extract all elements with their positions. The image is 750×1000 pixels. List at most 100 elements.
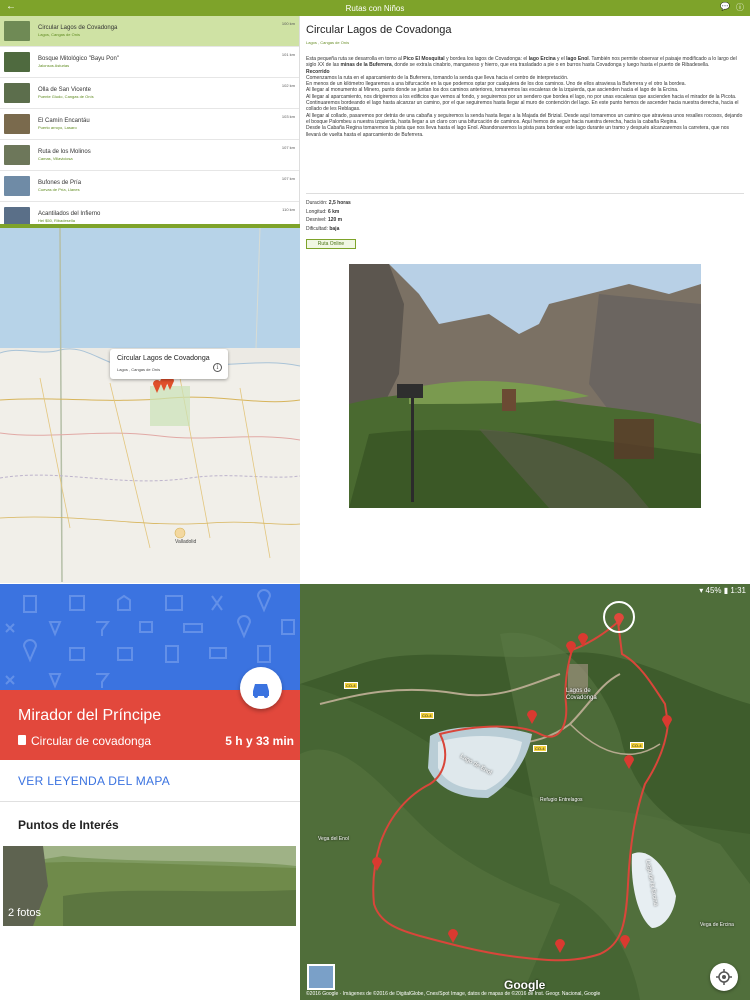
poi-marker[interactable] [371,856,383,872]
app-root: ← Rutas con Niños 💬 ⓘ Circular Lagos de … [0,0,750,1000]
route-thumbnail [4,52,30,72]
poi-marker[interactable] [661,714,673,730]
overview-map[interactable]: Valladolid [0,228,300,583]
status-time: 1:31 [730,586,746,595]
route-title: El Camín Encantáu [38,118,90,124]
route-list-item[interactable]: Bufones de Pría Cuevas de Pría, Llanes 107… [0,171,299,202]
popup-info-icon[interactable]: i [213,363,222,372]
map-city-label: Valladolid [175,539,197,545]
route-name: Circular de covadonga [31,734,152,748]
stat-length: Longitud: 6 km [306,208,340,215]
route-location: Camas, Villaviciosa [38,156,73,161]
stat-difficulty: Dificultad: baja [306,225,340,232]
road-sign: CO-4 [630,742,644,749]
route-thumbnail [4,145,30,165]
detail-description: Esta pequeña ruta se desarrolla en torno… [306,56,744,138]
stat-elevation: Desnivel: 120 m [306,217,343,223]
route-title: Ruta de los Molinos [38,149,91,155]
map-popup-subtitle: Lagos , Cangas de Onís [117,367,161,372]
detail-step: Al llegar al monumento al Minero, punto … [306,87,679,94]
poi-marker[interactable] [526,709,538,725]
route-line [372,620,670,962]
vega-enol-label: Vega del Enol [318,836,349,842]
detail-step: Continuaremos bordeando el lago hasta al… [306,100,739,113]
road-sign: CO-4 [420,712,434,719]
route-distance: 101 km [281,52,295,57]
route-title: Bufones de Pría [38,180,82,186]
route-distance: 103 km [281,114,295,119]
poi-marker[interactable] [577,632,589,648]
route-list-item[interactable]: Acantilados del Infierno Hei $50, Ribades… [0,202,299,224]
detail-subtitle: Lagos , Cangas de Onís [306,40,350,45]
info-icon[interactable]: ⓘ [736,2,744,13]
poi-divider [0,801,300,802]
route-title: Bosque Mitológico "Bayu Pon" [38,56,119,62]
poi-heading: Puntos de Interés [18,818,119,832]
map-legend-link[interactable]: VER LEYENDA DEL MAPA [18,774,170,788]
title-bar: ← Rutas con Niños 💬 ⓘ [0,0,750,16]
route-location: Puerto arroyo, Lasaro [38,125,77,130]
route-list: Circular Lagos de Covadonga Lagos, Cangas… [0,16,300,224]
car-icon [253,684,269,698]
google-logo: Google [504,978,546,992]
map-popup-title: Circular Lagos de Covadonga [117,355,210,362]
route-list-item[interactable]: Bosque Mitológico "Bayu Pon" Jalonsos Ast… [0,47,299,78]
route-location: Cuevas de Pría, Llanes [38,187,80,192]
my-location-button[interactable] [710,963,738,991]
app-title: Rutas con Niños [345,3,405,13]
status-bar: ▾ 45% ▮ 1:31 [300,584,750,598]
poi-marker[interactable] [623,754,635,770]
route-title: Circular Lagos de Covadonga [38,25,118,31]
route-photo [349,264,701,508]
poi-marker[interactable] [619,934,631,950]
route-list-item[interactable]: Ruta de los Molinos Camas, Villaviciosa 10… [0,140,299,171]
detail-divider [306,193,744,194]
poi-marker[interactable] [554,938,566,954]
route-list-item[interactable]: Circular Lagos de Covadonga Lagos, Cangas… [0,16,299,47]
route-location: Puente Giudo, Cangas de Onís [38,94,94,99]
travel-time: 5 h y 33 min [225,734,294,748]
road-sign: CO-4 [344,682,358,689]
route-location: Lagos, Cangas de Onís [38,32,81,37]
crosshair-icon [716,969,732,985]
route-marker-cluster[interactable] [152,378,176,394]
road-sign: CO-4 [533,745,547,752]
map-copyright: ©2016 Google · Imágenes de ©2016 de Digi… [306,991,601,997]
route-distance: 110 km [282,207,295,212]
route-list-item[interactable]: Olla de San Vicente Puente Giudo, Cangas … [0,78,299,109]
detail-step: Desde la Cabaña Regina tomaremos la pist… [306,125,730,138]
ruta-online-button[interactable]: Ruta Online [306,239,356,249]
route-distance: 107 km [281,176,295,181]
poi-photo[interactable] [3,846,296,926]
route-distance: 107 km [281,145,295,150]
route-stats: Duración: 2,5 horas Longitud: 6 km Desni… [306,199,351,233]
route-thumbnail [4,83,30,103]
detail-title: Circular Lagos de Covadonga [306,24,452,36]
poi-marker[interactable] [565,640,577,656]
route-distance: 102 km [281,83,295,88]
route-list-item[interactable]: El Camín Encantáu Puerto arroyo, Lasaro 10… [0,109,299,140]
detail-step: Al llegar al collado, pasaremos por detr… [306,112,743,125]
place-name: Mirador del Príncipe [18,707,162,724]
directions-button[interactable] [240,667,282,709]
detail-intro: Esta pequeña ruta se desarrolla en torno… [306,56,737,69]
selected-poi-marker[interactable] [602,600,636,634]
refugio-label: Refugio Entrelagos [540,797,583,803]
stat-duration: Duración: 2,5 horas [306,200,351,206]
poi-photo-count: 2 fotos [8,907,42,919]
battery-icon: ▮ [723,586,729,595]
chat-icon[interactable]: 💬 [720,2,730,13]
route-title: Olla de San Vicente [38,87,91,93]
route-title: Acantilados del Infierno [38,211,101,217]
overview-map-graphic [0,228,300,583]
route-location: Jalonsos Asturias [38,63,70,68]
map-type-thumbnail[interactable] [307,964,335,990]
battery-level: 45% [705,586,722,595]
back-arrow-icon[interactable]: ← [6,1,16,12]
route-thumbnail [4,114,30,134]
satellite-map[interactable] [300,584,750,1000]
route-thumbnail [4,176,30,196]
route-distance: 100 km [281,21,295,26]
poi-marker[interactable] [447,928,459,944]
map-popup[interactable]: Circular Lagos de Covadonga Lagos , Cang… [110,349,228,379]
